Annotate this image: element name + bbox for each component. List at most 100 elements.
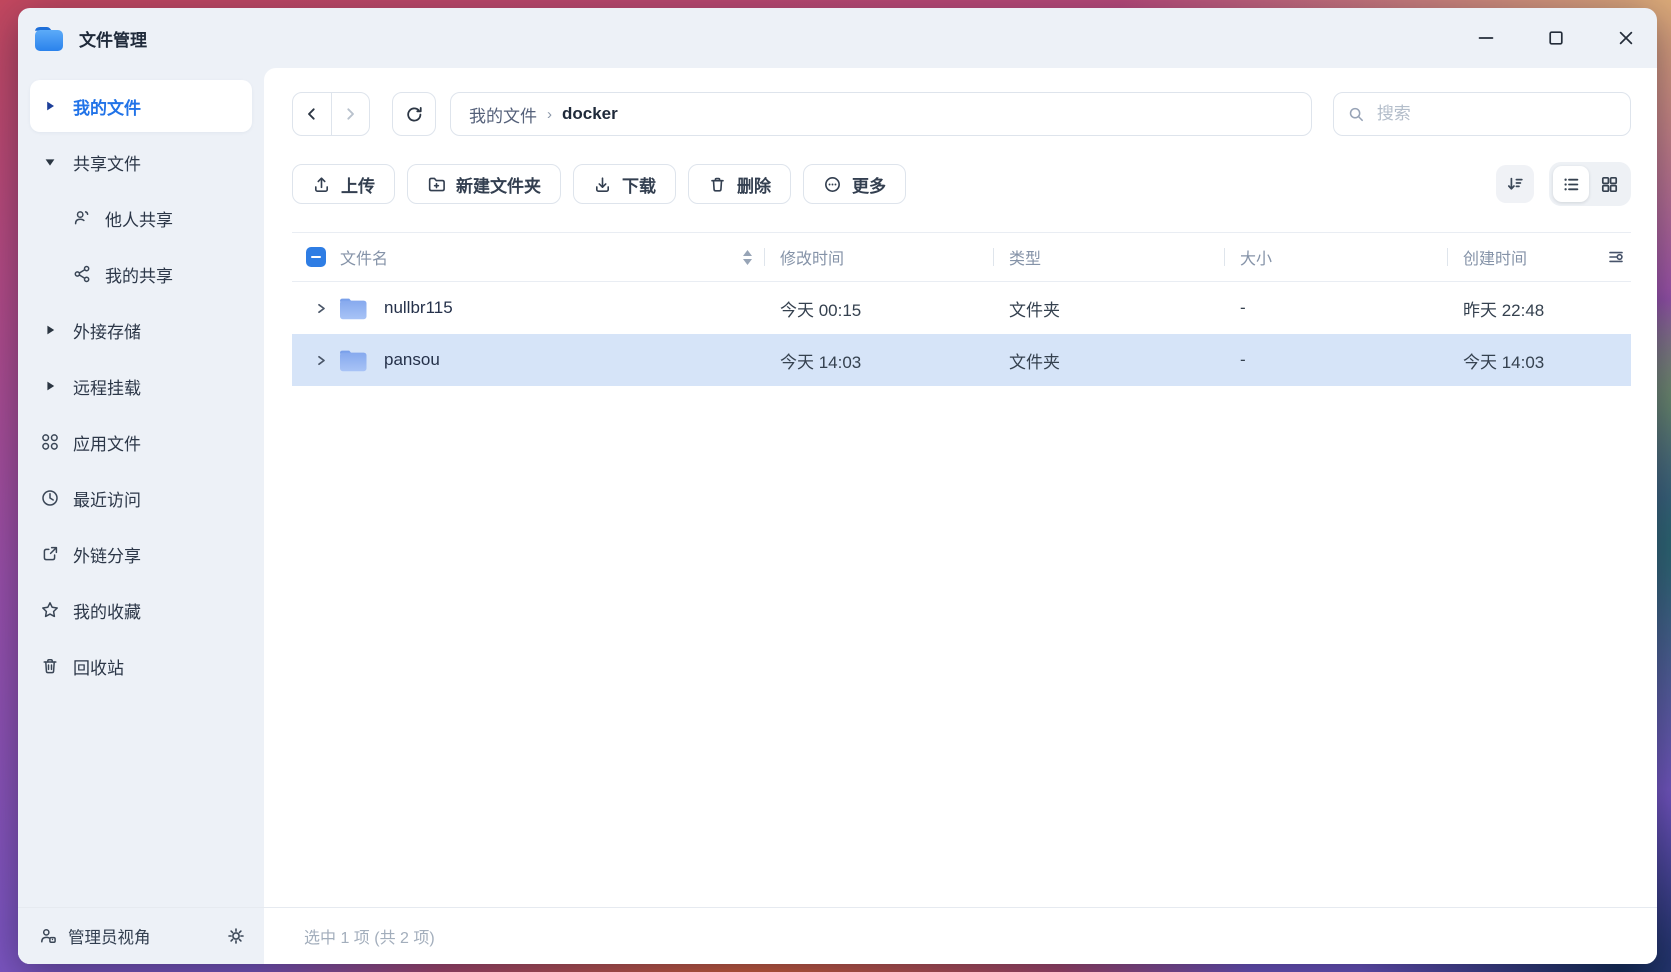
selection-status: 选中 1 项 (共 2 项) (304, 924, 435, 948)
select-all-checkbox[interactable] (306, 247, 326, 267)
app-title: 文件管理 (79, 26, 147, 51)
column-header-name[interactable]: 文件名 (340, 245, 388, 269)
breadcrumb-root[interactable]: 我的文件 (469, 102, 537, 127)
sidebar-item-label: 我的收藏 (73, 598, 141, 623)
row-expand-chevron-icon[interactable] (314, 302, 328, 315)
file-name: pansou (384, 350, 440, 370)
maximize-button[interactable] (1547, 29, 1565, 47)
sidebar-item-label: 他人共享 (105, 206, 173, 231)
file-list: nullbr115 今天 00:15 文件夹 - 昨天 22:48 (292, 282, 1631, 386)
clock-icon (40, 488, 60, 508)
sidebar-item-label: 我的文件 (73, 94, 141, 119)
file-modified: 今天 00:15 (764, 296, 993, 321)
sidebar-item-recent[interactable]: 最近访问 (30, 472, 252, 524)
sidebar-item-shared-by-others[interactable]: 他人共享 (30, 192, 252, 244)
search-box (1333, 92, 1631, 136)
triangle-right-icon (40, 376, 60, 396)
sidebar-item-my-files[interactable]: 我的文件 (30, 80, 252, 132)
sort-descending-icon (1506, 175, 1524, 193)
window-controls (1477, 29, 1635, 47)
download-button[interactable]: 下载 (573, 164, 676, 204)
upload-icon (312, 175, 331, 194)
trash-icon (708, 175, 727, 194)
file-manager-window: 文件管理 我的文件 (18, 8, 1657, 964)
download-icon (593, 175, 612, 194)
refresh-button[interactable] (392, 92, 436, 136)
column-header-size[interactable]: 大小 (1224, 233, 1447, 281)
share-nodes-icon (72, 264, 92, 284)
sidebar-item-remote-mount[interactable]: 远程挂载 (30, 360, 252, 412)
new-folder-icon (427, 175, 446, 194)
main-panel: 我的文件 › docker 上传 新建文件夹 (264, 68, 1657, 907)
desktop-wallpaper: { "app": { "title": "文件管理" }, "sidebar":… (0, 0, 1671, 972)
back-button[interactable] (293, 93, 331, 135)
column-header-created-label[interactable]: 创建时间 (1463, 245, 1527, 269)
search-icon (1348, 105, 1365, 124)
file-size: - (1224, 350, 1447, 370)
sidebar-item-app-files[interactable]: 应用文件 (30, 416, 252, 468)
file-type: 文件夹 (993, 296, 1224, 321)
sidebar-item-shared-files[interactable]: 共享文件 (30, 136, 252, 188)
sidebar-item-label: 应用文件 (73, 430, 141, 455)
column-header-created: 创建时间 (1447, 233, 1631, 281)
more-button[interactable]: 更多 (803, 164, 906, 204)
sidebar-item-label: 最近访问 (73, 486, 141, 511)
file-type: 文件夹 (993, 348, 1224, 373)
grid-view-icon (1600, 175, 1619, 194)
gear-icon (226, 926, 246, 946)
sidebar-item-label: 外链分享 (73, 542, 141, 567)
view-toggle (1549, 162, 1631, 206)
column-header-modified[interactable]: 修改时间 (764, 233, 993, 281)
list-view-icon (1562, 175, 1581, 194)
delete-button[interactable]: 删除 (688, 164, 791, 204)
history-buttons (292, 92, 370, 136)
navigation-row: 我的文件 › docker (292, 92, 1631, 136)
upload-button[interactable]: 上传 (292, 164, 395, 204)
sort-button[interactable] (1496, 165, 1534, 203)
settings-gear-button[interactable] (226, 926, 246, 946)
search-input[interactable] (1375, 103, 1616, 125)
column-settings-button[interactable] (1607, 248, 1625, 266)
triangle-right-icon (40, 96, 60, 116)
app-folder-icon (32, 23, 66, 53)
toolbar: 上传 新建文件夹 下载 删除 更多 (292, 162, 1631, 206)
folder-icon (338, 348, 368, 373)
star-icon (40, 600, 60, 620)
sidebar-item-label: 外接存储 (73, 318, 141, 343)
column-sort-arrows-icon[interactable] (743, 250, 752, 265)
sidebar-item-label: 共享文件 (73, 150, 141, 175)
sidebar-item-favorites[interactable]: 我的收藏 (30, 584, 252, 636)
file-created: 昨天 22:48 (1447, 296, 1631, 321)
file-row-nullbr115[interactable]: nullbr115 今天 00:15 文件夹 - 昨天 22:48 (292, 282, 1631, 334)
list-view-button[interactable] (1553, 166, 1589, 202)
file-row-pansou[interactable]: pansou 今天 14:03 文件夹 - 今天 14:03 (292, 334, 1631, 386)
file-modified: 今天 14:03 (764, 348, 993, 373)
sidebar-item-recycle-bin[interactable]: 回收站 (30, 640, 252, 692)
minimize-button[interactable] (1477, 29, 1495, 47)
sidebar-item-my-shares[interactable]: 我的共享 (30, 248, 252, 300)
forward-button[interactable] (331, 93, 370, 135)
trash-icon (40, 656, 60, 676)
close-button[interactable] (1617, 29, 1635, 47)
new-folder-button[interactable]: 新建文件夹 (407, 164, 561, 204)
file-name: nullbr115 (384, 298, 453, 318)
triangle-down-icon (40, 152, 60, 172)
people-icon (72, 208, 92, 228)
breadcrumb[interactable]: 我的文件 › docker (450, 92, 1312, 136)
grid-view-button[interactable] (1591, 166, 1627, 202)
view-tools (1496, 162, 1631, 206)
file-created: 今天 14:03 (1447, 348, 1631, 373)
admin-view-label[interactable]: 管理员视角 (68, 924, 151, 948)
sidebar-item-label: 我的共享 (105, 262, 173, 287)
row-expand-chevron-icon[interactable] (314, 354, 328, 367)
sidebar: 我的文件 共享文件 他人共享 我的共享 (18, 68, 264, 907)
sidebar-item-external-storage[interactable]: 外接存储 (30, 304, 252, 356)
breadcrumb-separator-icon: › (547, 106, 552, 123)
sidebar-item-external-link-share[interactable]: 外链分享 (30, 528, 252, 580)
more-ellipsis-icon (823, 175, 842, 194)
status-bar-right: 选中 1 项 (共 2 项) (264, 908, 1657, 964)
folder-icon (338, 296, 368, 321)
column-header-type[interactable]: 类型 (993, 233, 1224, 281)
file-list-header: 文件名 修改时间 类型 大小 创建时间 (292, 232, 1631, 282)
file-size: - (1224, 298, 1447, 318)
